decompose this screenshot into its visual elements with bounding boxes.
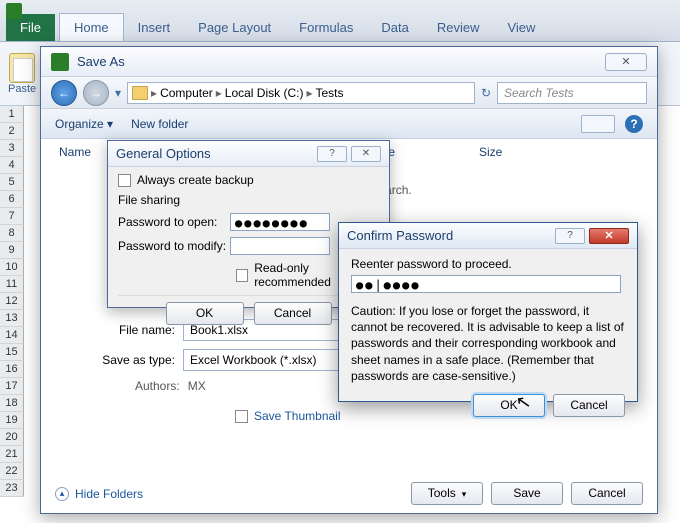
password-open-input[interactable]: ●●●●●●●● [230,213,330,231]
save-as-title: Save As [77,54,125,69]
excel-icon [6,3,22,19]
close-button[interactable]: ✕ [351,146,381,162]
file-sharing-label: File sharing [118,193,379,207]
folder-icon [132,86,148,100]
caution-text: Caution: If you lose or forget the passw… [351,303,625,384]
ok-button[interactable]: OK [473,394,545,417]
close-button[interactable]: ✕ [589,228,629,244]
create-backup-checkbox[interactable] [118,174,131,187]
organize-menu[interactable]: Organize ▾ [55,117,113,131]
paste-button[interactable]: Paste [8,53,36,95]
chevron-up-icon: ▴ [55,487,69,501]
cancel-button[interactable]: Cancel [571,482,643,505]
breadcrumb[interactable]: ▸ Computer ▸ Local Disk (C:) ▸ Tests [127,82,475,104]
paste-label: Paste [8,83,36,95]
saveastype-label: Save as type: [87,353,175,367]
view-options-button[interactable] [581,115,615,133]
search-input[interactable]: Search Tests [497,82,647,104]
general-options-titlebar: General Options ? ✕ [108,141,389,167]
cancel-button[interactable]: Cancel [254,302,332,325]
help-button[interactable]: ? [317,146,347,162]
confirm-password-dialog: Confirm Password ? ✕ Reenter password to… [338,222,638,402]
save-thumbnail-checkbox[interactable] [235,410,248,423]
help-icon[interactable]: ? [625,115,643,133]
new-folder-button[interactable]: New folder [131,117,188,131]
hide-folders-label: Hide Folders [75,487,143,501]
row-headers: 1234567891011121314151617181920212223 [0,106,24,497]
tab-data[interactable]: Data [367,14,422,41]
save-button[interactable]: Save [491,482,563,505]
close-button[interactable]: ✕ [605,53,647,71]
explorer-navbar: ← → ▾ ▸ Computer ▸ Local Disk (C:) ▸ Tes… [41,77,657,109]
confirm-password-titlebar: Confirm Password ? ✕ [339,223,637,249]
tools-button[interactable]: Tools [411,482,483,505]
ok-button[interactable]: OK [166,302,244,325]
explorer-toolbar: Organize ▾ New folder ? [41,109,657,139]
cancel-button[interactable]: Cancel [553,394,625,417]
quick-access-toolbar [6,3,22,19]
ribbon: File Home Insert Page Layout Formulas Da… [0,0,680,42]
confirm-password-input[interactable]: ●●|●●●● [351,275,621,293]
col-size[interactable]: Size [479,145,559,165]
authors-value[interactable]: MX [188,379,206,393]
forward-button[interactable]: → [83,80,109,106]
tab-view[interactable]: View [493,14,549,41]
password-open-label: Password to open: [118,215,230,229]
general-options-title: General Options [116,146,211,161]
password-modify-input[interactable] [230,237,330,255]
tab-home[interactable]: Home [59,13,124,41]
tab-review[interactable]: Review [423,14,494,41]
help-button[interactable]: ? [555,228,585,244]
readonly-checkbox[interactable] [236,269,248,282]
confirm-password-title: Confirm Password [347,228,453,243]
tab-page-layout[interactable]: Page Layout [184,14,285,41]
breadcrumb-drive[interactable]: Local Disk (C:) [225,86,304,100]
breadcrumb-folder[interactable]: Tests [316,86,344,100]
tab-formulas[interactable]: Formulas [285,14,367,41]
breadcrumb-root[interactable]: Computer [160,86,213,100]
save-thumbnail-label: Save Thumbnail [254,409,341,423]
authors-label: Authors: [135,379,180,393]
create-backup-label: Always create backup [137,173,254,187]
back-button[interactable]: ← [51,80,77,106]
save-as-titlebar: Save As ✕ [41,47,657,77]
tab-insert[interactable]: Insert [124,14,185,41]
excel-icon [51,53,69,71]
reenter-prompt: Reenter password to proceed. [351,257,625,271]
save-as-bottombar: ▴ Hide Folders Tools Save Cancel [55,482,643,505]
refresh-icon[interactable]: ↻ [481,86,491,100]
clipboard-icon [9,53,35,83]
chevron-down-icon[interactable]: ▾ [115,86,121,100]
hide-folders-button[interactable]: ▴ Hide Folders [55,487,143,501]
password-modify-label: Password to modify: [118,239,230,253]
